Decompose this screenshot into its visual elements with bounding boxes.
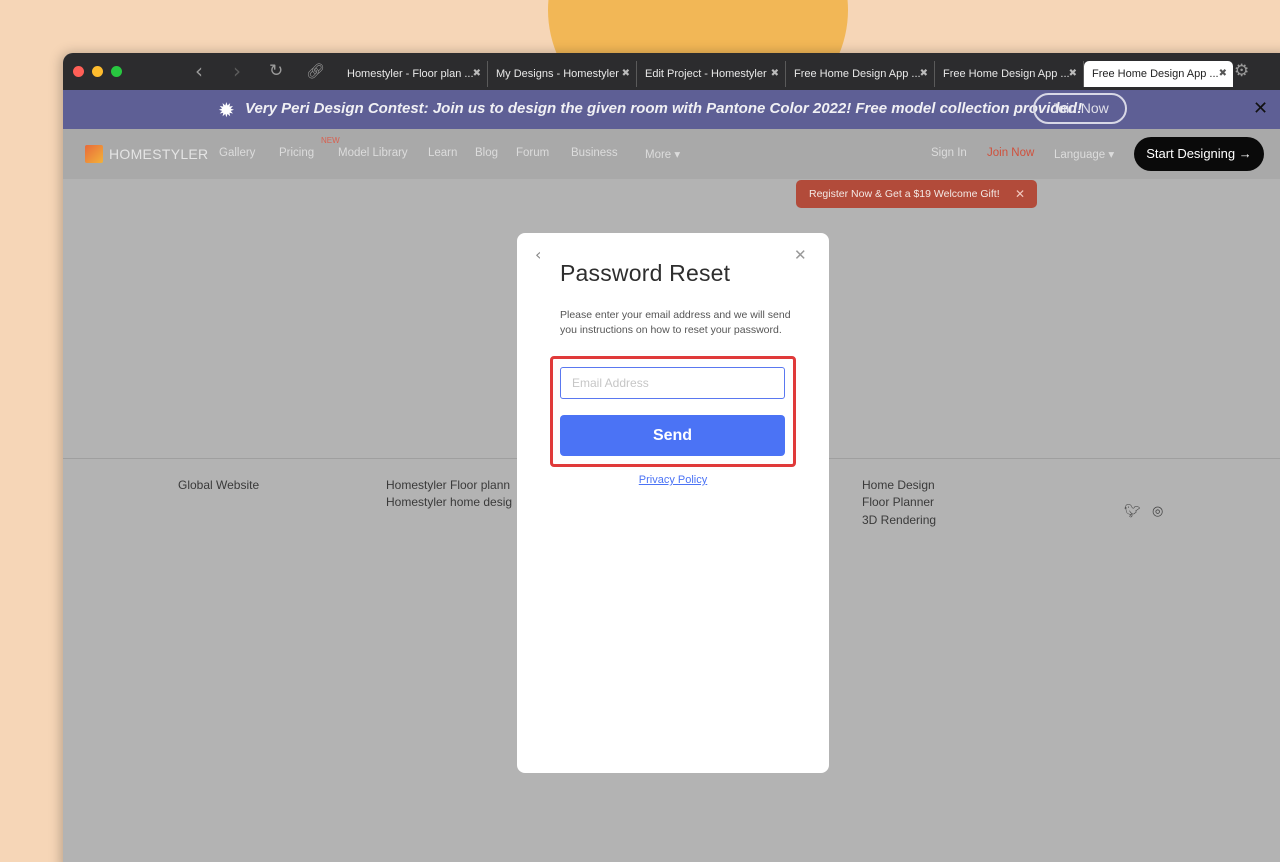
- homestyler-logo-icon[interactable]: [85, 145, 103, 163]
- welcome-gift-promo[interactable]: Register Now & Get a $19 Welcome Gift! ✕: [796, 180, 1037, 208]
- language-dropdown[interactable]: Language ▾: [1054, 147, 1114, 161]
- footer-link[interactable]: 3D Rendering: [862, 513, 936, 527]
- nav-link-learn[interactable]: Learn: [428, 147, 457, 159]
- tab-title: Free Home Design App ...: [1092, 68, 1219, 80]
- link-icon[interactable]: 🔗︎: [306, 59, 325, 83]
- badge-icon: ✹: [218, 98, 235, 122]
- browser-window: ‹ › ↻ 🔗︎ Homestyler - Floor plan ... ✖ M…: [63, 53, 1280, 862]
- privacy-policy-link[interactable]: Privacy Policy: [517, 474, 829, 486]
- maximize-window-button[interactable]: [111, 66, 122, 77]
- nav-link-pricing[interactable]: Pricing: [279, 147, 314, 159]
- site-navigation: HOMESTYLER Gallery Pricing NEW Model Lib…: [63, 129, 1280, 179]
- tab-title: Edit Project - Homestyler: [645, 68, 767, 80]
- tab-close-icon[interactable]: ✖: [1219, 61, 1227, 87]
- send-button[interactable]: Send: [560, 415, 785, 456]
- browser-title-bar: ‹ › ↻ 🔗︎ Homestyler - Floor plan ... ✖ M…: [63, 53, 1280, 90]
- footer-link[interactable]: Floor Planner: [862, 495, 934, 509]
- logo-text[interactable]: HOMESTYLER: [109, 146, 208, 162]
- nav-link-more[interactable]: More ▾: [645, 147, 680, 161]
- back-arrow-icon[interactable]: ‹: [195, 59, 203, 83]
- start-designing-button[interactable]: Start Designing →: [1134, 137, 1264, 171]
- twitter-icon[interactable]: 🐦︎: [1124, 504, 1141, 519]
- footer-link[interactable]: Home Design: [862, 478, 935, 492]
- email-field[interactable]: [560, 367, 785, 399]
- nav-link-forum[interactable]: Forum: [516, 147, 549, 159]
- sign-in-link[interactable]: Sign In: [931, 147, 967, 159]
- tab-title: Free Home Design App ...: [943, 68, 1070, 80]
- modal-title: Password Reset: [560, 260, 731, 286]
- tab-close-icon[interactable]: ✖: [473, 61, 481, 87]
- browser-tab[interactable]: Homestyler - Floor plan ... ✖: [339, 61, 488, 87]
- tab-close-icon[interactable]: ✖: [920, 61, 928, 87]
- browser-tab-active[interactable]: Free Home Design App ... ✖: [1084, 61, 1233, 87]
- modal-description: Please enter your email address and we w…: [560, 309, 791, 336]
- banner-join-now-button[interactable]: Join Now: [1033, 93, 1127, 124]
- gear-icon[interactable]: ⚙: [1234, 61, 1249, 81]
- footer-link[interactable]: Homestyler home desig: [386, 495, 512, 509]
- nav-link-model-library[interactable]: Model Library: [338, 147, 408, 159]
- browser-tab-strip: Homestyler - Floor plan ... ✖ My Designs…: [339, 61, 1233, 87]
- new-badge: NEW: [321, 136, 340, 145]
- minimize-window-button[interactable]: [92, 66, 103, 77]
- contest-banner: ✹ Very Peri Design Contest: Join us to d…: [63, 90, 1280, 129]
- tab-close-icon[interactable]: ✖: [622, 61, 630, 87]
- tab-title: Free Home Design App ...: [794, 68, 921, 80]
- browser-tab[interactable]: My Designs - Homestyler ✖: [488, 61, 637, 87]
- tab-title: Homestyler - Floor plan ...: [347, 68, 474, 80]
- back-icon[interactable]: ‹: [535, 245, 541, 264]
- nav-link-blog[interactable]: Blog: [475, 147, 498, 159]
- footer-link[interactable]: Homestyler Floor plann: [386, 478, 510, 492]
- reload-icon[interactable]: ↻: [269, 59, 283, 83]
- close-icon[interactable]: ✕: [1015, 180, 1025, 208]
- forward-arrow-icon[interactable]: ›: [233, 59, 241, 83]
- browser-tab[interactable]: Free Home Design App ... ✖: [786, 61, 935, 87]
- close-icon[interactable]: ✕: [794, 246, 807, 264]
- tab-title: My Designs - Homestyler: [496, 68, 619, 80]
- footer-global-website[interactable]: Global Website: [178, 478, 259, 492]
- close-window-button[interactable]: [73, 66, 84, 77]
- join-now-link[interactable]: Join Now: [987, 147, 1034, 159]
- instagram-icon[interactable]: ◎: [1152, 504, 1163, 519]
- browser-tab[interactable]: Edit Project - Homestyler ✖: [637, 61, 786, 87]
- banner-text: Very Peri Design Contest: Join us to des…: [245, 100, 1083, 117]
- promo-text: Register Now & Get a $19 Welcome Gift!: [809, 188, 1000, 200]
- password-reset-modal: ‹ ✕ Password Reset Please enter your ema…: [517, 233, 829, 773]
- tab-close-icon[interactable]: ✖: [1069, 61, 1077, 87]
- tab-close-icon[interactable]: ✖: [771, 61, 779, 87]
- browser-tab[interactable]: Free Home Design App ... ✖: [935, 61, 1084, 87]
- nav-link-gallery[interactable]: Gallery: [219, 147, 255, 159]
- close-icon[interactable]: ✕: [1253, 98, 1268, 119]
- nav-link-business[interactable]: Business: [571, 147, 618, 159]
